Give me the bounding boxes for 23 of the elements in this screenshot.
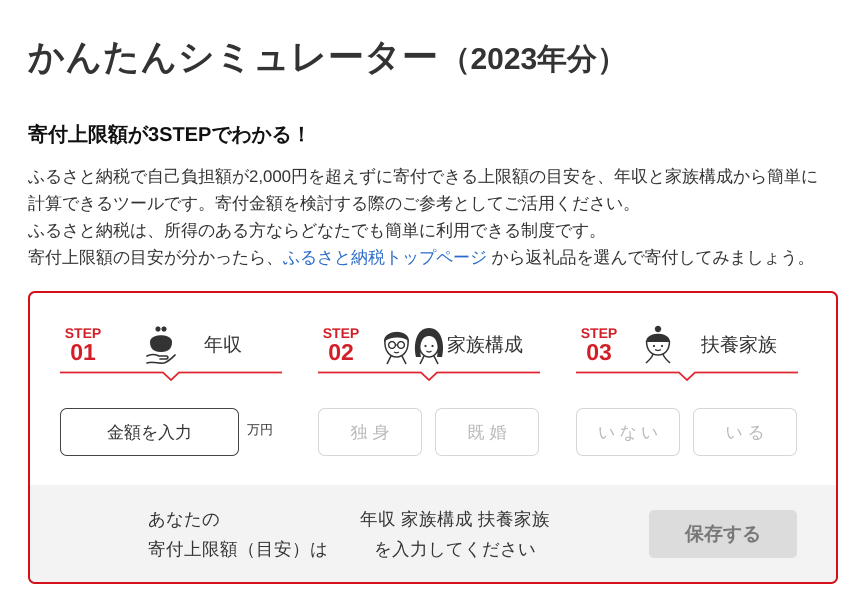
child-face-icon — [643, 325, 673, 365]
year-label: （2023年分） — [440, 42, 628, 78]
step-number: 03 — [586, 340, 612, 364]
step-label: STEP — [580, 326, 618, 340]
result-label: あなたの 寄付上限額（目安）は — [148, 508, 329, 560]
page-title: かんたんシミュレーター — [28, 35, 438, 79]
purse-in-hand-icon — [146, 325, 176, 365]
step-number: 02 — [328, 340, 354, 364]
step-title: 家族構成 — [447, 334, 523, 358]
step-number: 01 — [70, 340, 96, 364]
result-message: 年収 家族構成 扶養家族 を入力してください — [359, 508, 551, 560]
intro-text: ふるさと納税は、所得のある方ならどなたでも簡単に利用できる制度です。 — [28, 220, 607, 242]
amount-input-button[interactable]: 金額を入力 — [60, 408, 239, 456]
intro-text: ふるさと納税で自己負担額が2,000円を超えずに寄付できる上限額の目安を、年収と家族構成から簡単に計算できるツールです。寄付金額を検討する際のご参考としてご活用ください。 — [28, 166, 819, 215]
two-faces-icon — [381, 325, 445, 365]
step-label: STEP — [64, 326, 102, 340]
intro-text: 寄付上限額の目安が分かったら、ふるさと納税トップページ から返礼品を選んで寄付してみましょう。 — [28, 247, 816, 269]
step-title: 年収 — [204, 334, 242, 358]
unit-label: 万円 — [247, 421, 273, 439]
top-page-link[interactable]: ふるさと納税トップページ — [283, 248, 487, 267]
step-title: 扶養家族 — [701, 334, 777, 358]
section-heading: 寄付上限額が3STEPでわかる！ — [28, 122, 312, 148]
step-label: STEP — [322, 326, 360, 340]
